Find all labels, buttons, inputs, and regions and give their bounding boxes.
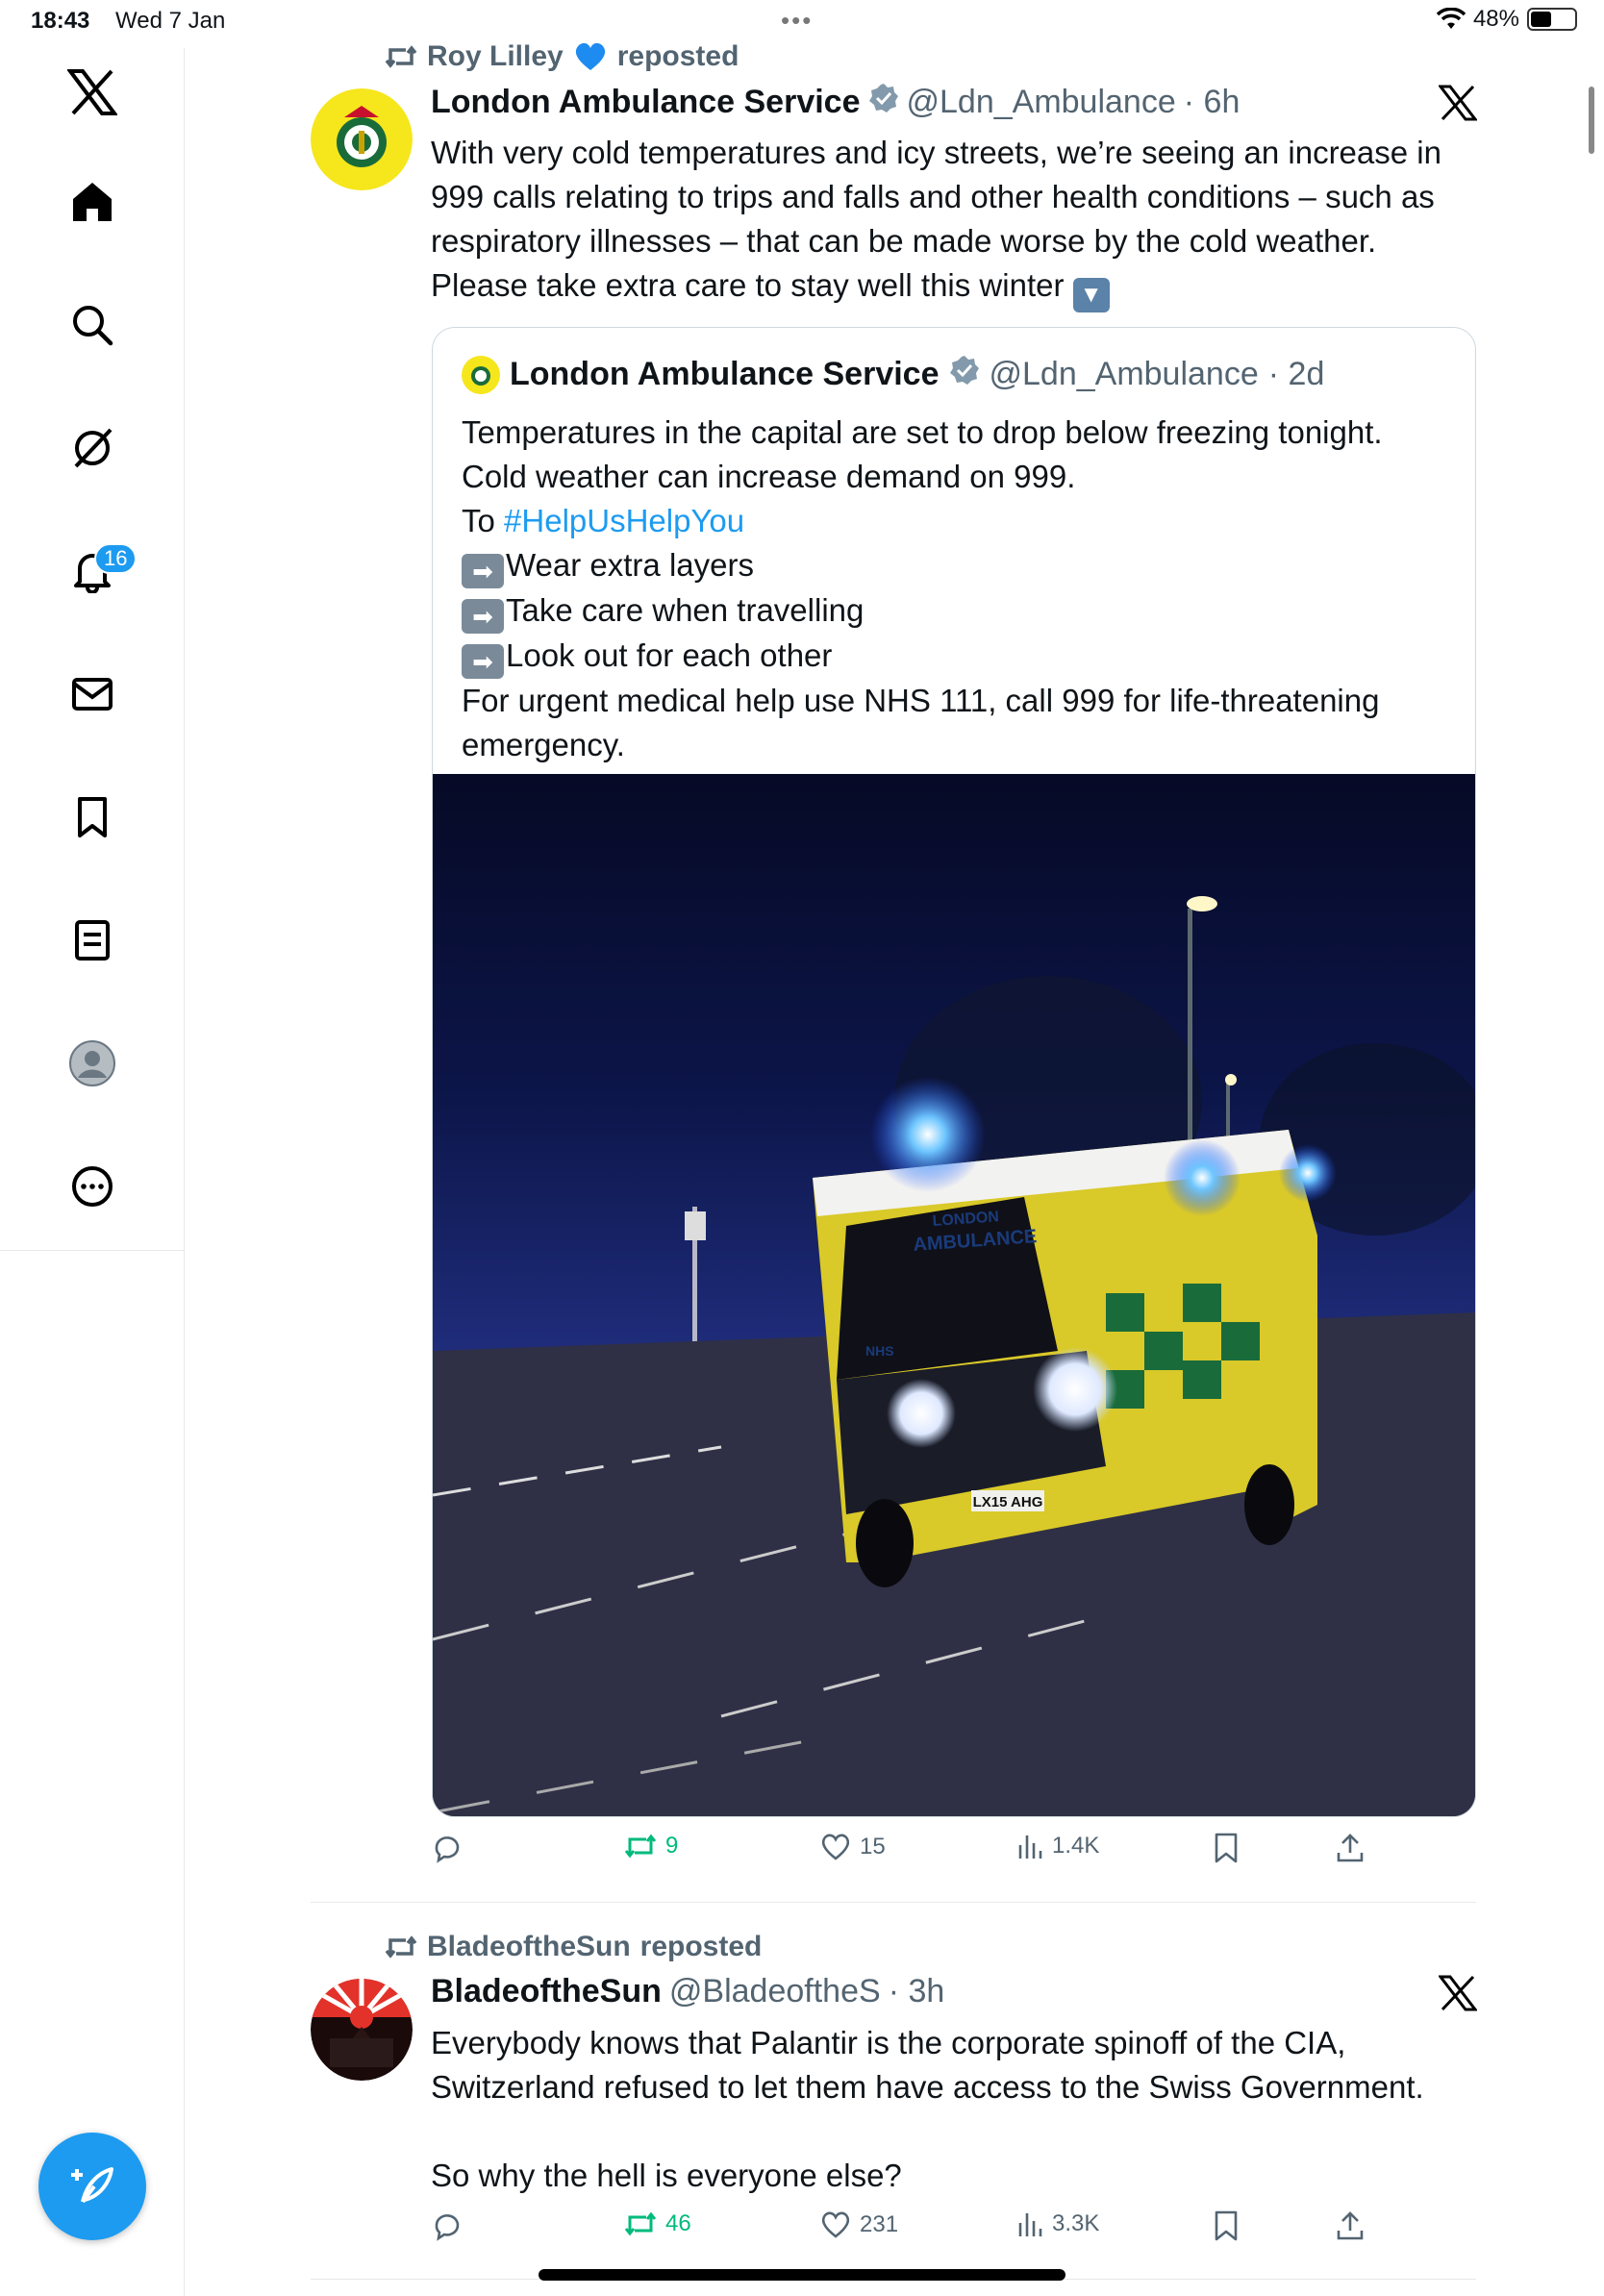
quote-author-handle[interactable]: @Ldn_Ambulance (990, 356, 1259, 393)
tweet-text: Everybody knows that Palantir is the cor… (431, 2025, 1424, 2193)
repost-user[interactable]: BladeoftheSun (427, 1931, 631, 1963)
heart-icon (821, 2211, 850, 2238)
home-indicator[interactable] (539, 2269, 1065, 2281)
right-arrow-emoji-icon: ➡ (462, 644, 504, 679)
status-bar: 18:43 Wed 7 Jan ••• 48% (0, 0, 1604, 48)
x-logo-icon[interactable] (1437, 1975, 1479, 2013)
tweet-actions: 9 15 1.4K (431, 1832, 1479, 1880)
profile-icon[interactable] (63, 1035, 121, 1092)
bookmarks-icon[interactable] (63, 788, 121, 846)
down-arrow-emoji-icon: ▼ (1072, 278, 1110, 312)
retweet-count: 9 (665, 1833, 679, 1859)
x-logo-icon[interactable] (63, 63, 121, 121)
verified-badge-icon (868, 83, 899, 122)
bookmark-button[interactable] (1212, 1832, 1241, 1864)
repost-context[interactable]: BladeoftheSun reposted (385, 1931, 762, 1963)
quote-time[interactable]: · 2d (1268, 356, 1325, 393)
x-logo-icon[interactable] (1437, 85, 1479, 123)
tweet-header: BladeoftheSun @BladeoftheS · 3h (431, 1973, 944, 2010)
views-count: 3.3K (1052, 2210, 1100, 2236)
tweet-text: With very cold temperatures and icy stre… (431, 131, 1479, 312)
quote-author-name[interactable]: London Ambulance Service (510, 356, 940, 393)
quote-header: London Ambulance Service @Ldn_Ambulance … (462, 355, 1324, 394)
right-arrow-emoji-icon: ➡ (462, 554, 504, 588)
reply-icon (435, 2214, 460, 2241)
grok-icon[interactable] (63, 419, 121, 477)
author-handle[interactable]: @BladeoftheS (669, 1973, 881, 2010)
verified-badge-icon (949, 355, 980, 394)
share-icon (1337, 1834, 1364, 1862)
views-icon (1018, 1835, 1042, 1859)
search-icon[interactable] (63, 296, 121, 354)
retweet-button[interactable]: 46 (623, 2209, 691, 2238)
retweet-icon (624, 1834, 657, 1859)
ambulance-photo[interactable]: LX15 AHG LONDON AMBULANCE NHS (433, 774, 1475, 1816)
views-count: 1.4K (1052, 1833, 1100, 1859)
bookmark-icon (1215, 1833, 1238, 1863)
tweet-divider (311, 1902, 1476, 1903)
bookmark-icon (1215, 2210, 1238, 2241)
multitasking-dots-icon[interactable]: ••• (781, 6, 813, 36)
battery-percent: 48% (1472, 6, 1519, 32)
author-name[interactable]: London Ambulance Service (431, 84, 861, 121)
messages-icon[interactable] (63, 665, 121, 723)
more-icon[interactable] (63, 1158, 121, 1215)
views-button[interactable]: 1.4K (1015, 1832, 1099, 1860)
like-button[interactable]: 15 (819, 1832, 886, 1862)
notification-badge: 16 (94, 543, 138, 574)
tweet-time[interactable]: · 3h (889, 1973, 945, 2010)
right-arrow-emoji-icon: ➡ (462, 599, 504, 634)
quote-text: Temperatures in the capital are set to d… (462, 414, 1389, 762)
retweet-count: 46 (665, 2210, 691, 2236)
views-button[interactable]: 3.3K (1015, 2209, 1099, 2238)
status-date: Wed 7 Jan (115, 8, 226, 34)
reply-button[interactable] (431, 1832, 464, 1864)
avatar[interactable] (311, 1979, 413, 2081)
lists-icon[interactable] (63, 911, 121, 969)
compose-button[interactable] (38, 2133, 146, 2240)
tweet-header: London Ambulance Service @Ldn_Ambulance … (431, 83, 1240, 122)
status-time: 18:43 (31, 8, 90, 34)
license-plate: LX15 AHG (973, 1494, 1043, 1510)
share-button[interactable] (1335, 1832, 1366, 1864)
like-button[interactable]: 231 (819, 2209, 898, 2240)
compose-icon (71, 2167, 113, 2204)
hashtag-link[interactable]: #HelpUsHelpYou (504, 503, 744, 538)
feed-scrollbar[interactable] (1589, 87, 1594, 154)
tweet-time[interactable]: · 6h (1184, 84, 1241, 121)
retweet-icon (624, 2211, 657, 2236)
like-count: 15 (860, 1834, 886, 1859)
repost-icon (385, 1935, 417, 1959)
quote-tweet-card[interactable]: London Ambulance Service @Ldn_Ambulance … (432, 327, 1476, 1817)
retweet-button[interactable]: 9 (623, 1832, 678, 1860)
repost-suffix: reposted (616, 40, 739, 72)
blue-heart-icon (575, 42, 605, 70)
share-icon (1337, 2211, 1364, 2240)
battery-icon (1527, 8, 1577, 31)
tweet-actions: 46 231 3.3K (431, 2209, 1479, 2258)
author-name[interactable]: BladeoftheSun (431, 1973, 662, 2010)
views-icon (1018, 2213, 1042, 2236)
repost-context[interactable]: Roy Lilley reposted (385, 40, 739, 73)
home-icon[interactable] (63, 173, 121, 231)
wifi-icon (1436, 8, 1466, 31)
heart-icon (821, 1834, 850, 1860)
reply-button[interactable] (431, 2209, 464, 2242)
bookmark-button[interactable] (1212, 2209, 1241, 2242)
nhs-logo-text: NHS (865, 1343, 894, 1359)
share-button[interactable] (1335, 2209, 1366, 2242)
avatar (462, 355, 500, 394)
like-count: 231 (860, 2211, 899, 2237)
repost-suffix: reposted (639, 1931, 763, 1962)
repost-icon (385, 45, 417, 68)
repost-user[interactable]: Roy Lilley (427, 40, 564, 73)
reply-icon (435, 1836, 460, 1863)
author-handle[interactable]: @Ldn_Ambulance (907, 84, 1176, 121)
avatar[interactable] (311, 88, 413, 190)
